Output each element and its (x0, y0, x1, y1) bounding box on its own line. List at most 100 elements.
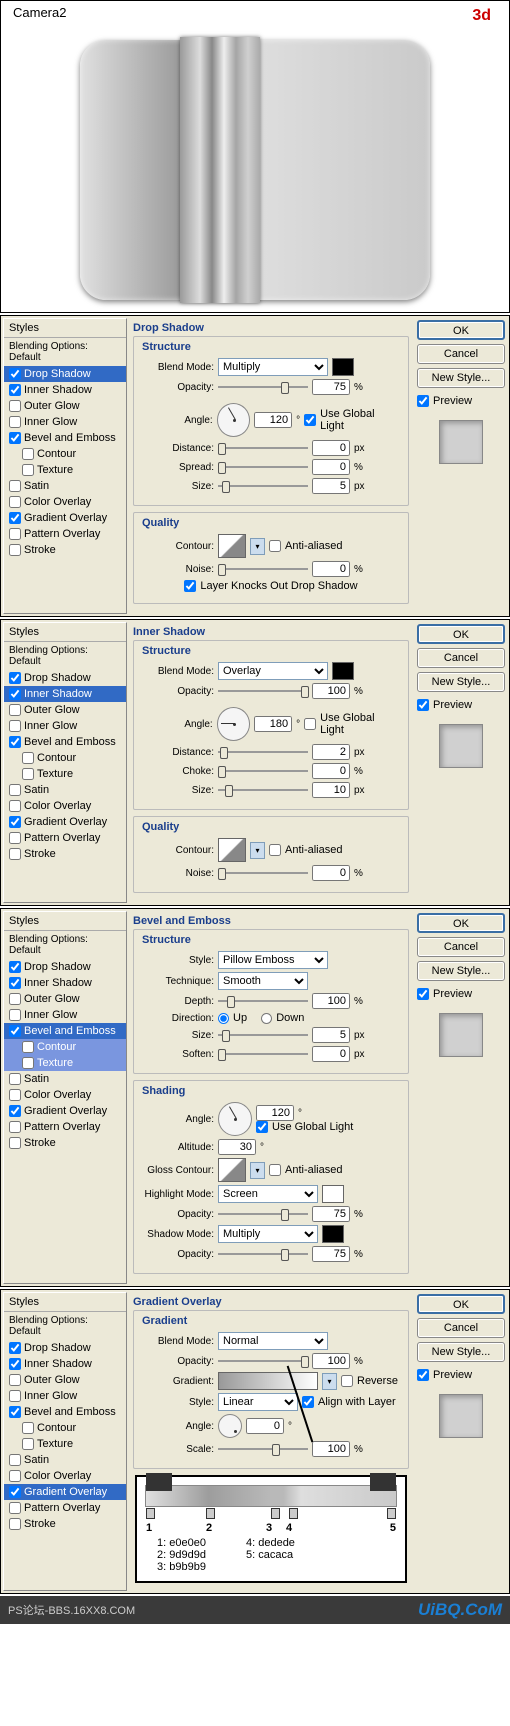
gloss-contour-picker[interactable] (218, 1158, 246, 1182)
opt-stroke[interactable]: Stroke (4, 1135, 126, 1151)
highlight-mode-select[interactable]: Screen (218, 1185, 318, 1203)
noise-slider[interactable] (218, 562, 308, 576)
knockout-check[interactable] (184, 580, 196, 592)
new-style-button[interactable]: New Style... (417, 368, 505, 388)
new-style-button[interactable]: New Style... (417, 672, 505, 692)
opt-inner-shadow[interactable]: Inner Shadow (4, 1356, 126, 1372)
opt-outer-glow[interactable]: Outer Glow (4, 398, 126, 414)
opt-stroke[interactable]: Stroke (4, 846, 126, 862)
opt-outer-glow[interactable]: Outer Glow (4, 702, 126, 718)
ok-button[interactable]: OK (417, 913, 505, 933)
opt-bevel[interactable]: Bevel and Emboss (4, 1023, 126, 1039)
opt-gradient-overlay[interactable]: Gradient Overlay (4, 510, 126, 526)
color-stop-1[interactable] (146, 1508, 155, 1519)
opt-outer-glow[interactable]: Outer Glow (4, 1372, 126, 1388)
size-input[interactable] (312, 1027, 350, 1043)
size-input[interactable] (312, 782, 350, 798)
scale-input[interactable] (312, 1441, 350, 1457)
opt-stroke[interactable]: Stroke (4, 542, 126, 558)
opt-drop-shadow[interactable]: Drop Shadow (4, 670, 126, 686)
direction-down[interactable] (261, 1013, 272, 1024)
highlight-color[interactable] (322, 1185, 344, 1203)
distance-slider[interactable] (218, 745, 308, 759)
angle-input[interactable] (256, 1105, 294, 1121)
noise-input[interactable] (312, 561, 350, 577)
opacity-input[interactable] (312, 1353, 350, 1369)
opt-texture[interactable]: Texture (4, 766, 126, 782)
opt-bevel[interactable]: Bevel and Emboss (4, 430, 126, 446)
opt-gradient-overlay[interactable]: Gradient Overlay (4, 1103, 126, 1119)
opt-satin[interactable]: Satin (4, 1452, 126, 1468)
cancel-button[interactable]: Cancel (417, 1318, 505, 1338)
spread-slider[interactable] (218, 460, 308, 474)
distance-input[interactable] (312, 440, 350, 456)
opt-outer-glow[interactable]: Outer Glow (4, 991, 126, 1007)
opt-pattern-overlay[interactable]: Pattern Overlay (4, 830, 126, 846)
s-opacity-input[interactable] (312, 1246, 350, 1262)
size-slider[interactable] (218, 1028, 308, 1042)
chevron-down-icon[interactable]: ▾ (250, 1162, 265, 1179)
s-opacity-slider[interactable] (218, 1247, 308, 1261)
blend-mode-select[interactable]: Multiply (218, 358, 328, 376)
opt-color-overlay[interactable]: Color Overlay (4, 1468, 126, 1484)
opt-contour[interactable]: Contour (4, 1039, 126, 1055)
ok-button[interactable]: OK (417, 624, 505, 644)
shadow-mode-select[interactable]: Multiply (218, 1225, 318, 1243)
opacity-stop[interactable] (370, 1473, 396, 1491)
gradient-bar[interactable]: 1 2 3 4 5 (145, 1485, 397, 1507)
align-check[interactable] (302, 1396, 314, 1408)
distance-slider[interactable] (218, 441, 308, 455)
blending-options[interactable]: Blending Options: Default (4, 338, 126, 366)
blend-mode-select[interactable]: Overlay (218, 662, 328, 680)
opt-contour[interactable]: Contour (4, 750, 126, 766)
opacity-stop[interactable] (146, 1473, 172, 1491)
reverse-check[interactable] (341, 1375, 353, 1387)
h-opacity-slider[interactable] (218, 1207, 308, 1221)
global-light-check[interactable] (256, 1121, 268, 1133)
soften-input[interactable] (312, 1046, 350, 1062)
distance-input[interactable] (312, 744, 350, 760)
opt-inner-shadow[interactable]: Inner Shadow (4, 686, 126, 702)
angle-input[interactable] (254, 412, 292, 428)
noise-input[interactable] (312, 865, 350, 881)
opacity-slider[interactable] (218, 380, 308, 394)
global-light-check[interactable] (304, 414, 316, 426)
soften-slider[interactable] (218, 1047, 308, 1061)
opt-drop-shadow[interactable]: Drop Shadow (4, 1340, 126, 1356)
preview-check[interactable] (417, 1369, 429, 1381)
size-input[interactable] (312, 478, 350, 494)
color-stop-4[interactable] (289, 1508, 298, 1519)
opt-inner-shadow[interactable]: Inner Shadow (4, 975, 126, 991)
opacity-slider[interactable] (218, 684, 308, 698)
opt-texture[interactable]: Texture (4, 1055, 126, 1071)
direction-up[interactable] (218, 1013, 229, 1024)
choke-slider[interactable] (218, 764, 308, 778)
opt-bevel[interactable]: Bevel and Emboss (4, 1404, 126, 1420)
opt-drop-shadow[interactable]: Drop Shadow (4, 959, 126, 975)
angle-input[interactable] (246, 1418, 284, 1434)
chevron-down-icon[interactable]: ▾ (322, 1373, 337, 1390)
grad-style-select[interactable]: Linear (218, 1393, 298, 1411)
opacity-input[interactable] (312, 683, 350, 699)
opt-inner-glow[interactable]: Inner Glow (4, 1388, 126, 1404)
opt-satin[interactable]: Satin (4, 478, 126, 494)
angle-dial[interactable] (218, 1102, 252, 1136)
chevron-down-icon[interactable]: ▾ (250, 538, 265, 555)
style-select[interactable]: Pillow Emboss (218, 951, 328, 969)
technique-select[interactable]: Smooth (218, 972, 308, 990)
new-style-button[interactable]: New Style... (417, 961, 505, 981)
preview-check[interactable] (417, 395, 429, 407)
depth-slider[interactable] (218, 994, 308, 1008)
ok-button[interactable]: OK (417, 320, 505, 340)
opt-inner-shadow[interactable]: Inner Shadow (4, 382, 126, 398)
choke-input[interactable] (312, 763, 350, 779)
gradient-picker[interactable] (218, 1372, 318, 1390)
opt-satin[interactable]: Satin (4, 1071, 126, 1087)
h-opacity-input[interactable] (312, 1206, 350, 1222)
opt-color-overlay[interactable]: Color Overlay (4, 1087, 126, 1103)
color-stop-5[interactable] (387, 1508, 396, 1519)
anti-alias-check[interactable] (269, 540, 281, 552)
angle-dial[interactable] (218, 1414, 242, 1438)
opt-bevel[interactable]: Bevel and Emboss (4, 734, 126, 750)
opt-gradient-overlay[interactable]: Gradient Overlay (4, 814, 126, 830)
